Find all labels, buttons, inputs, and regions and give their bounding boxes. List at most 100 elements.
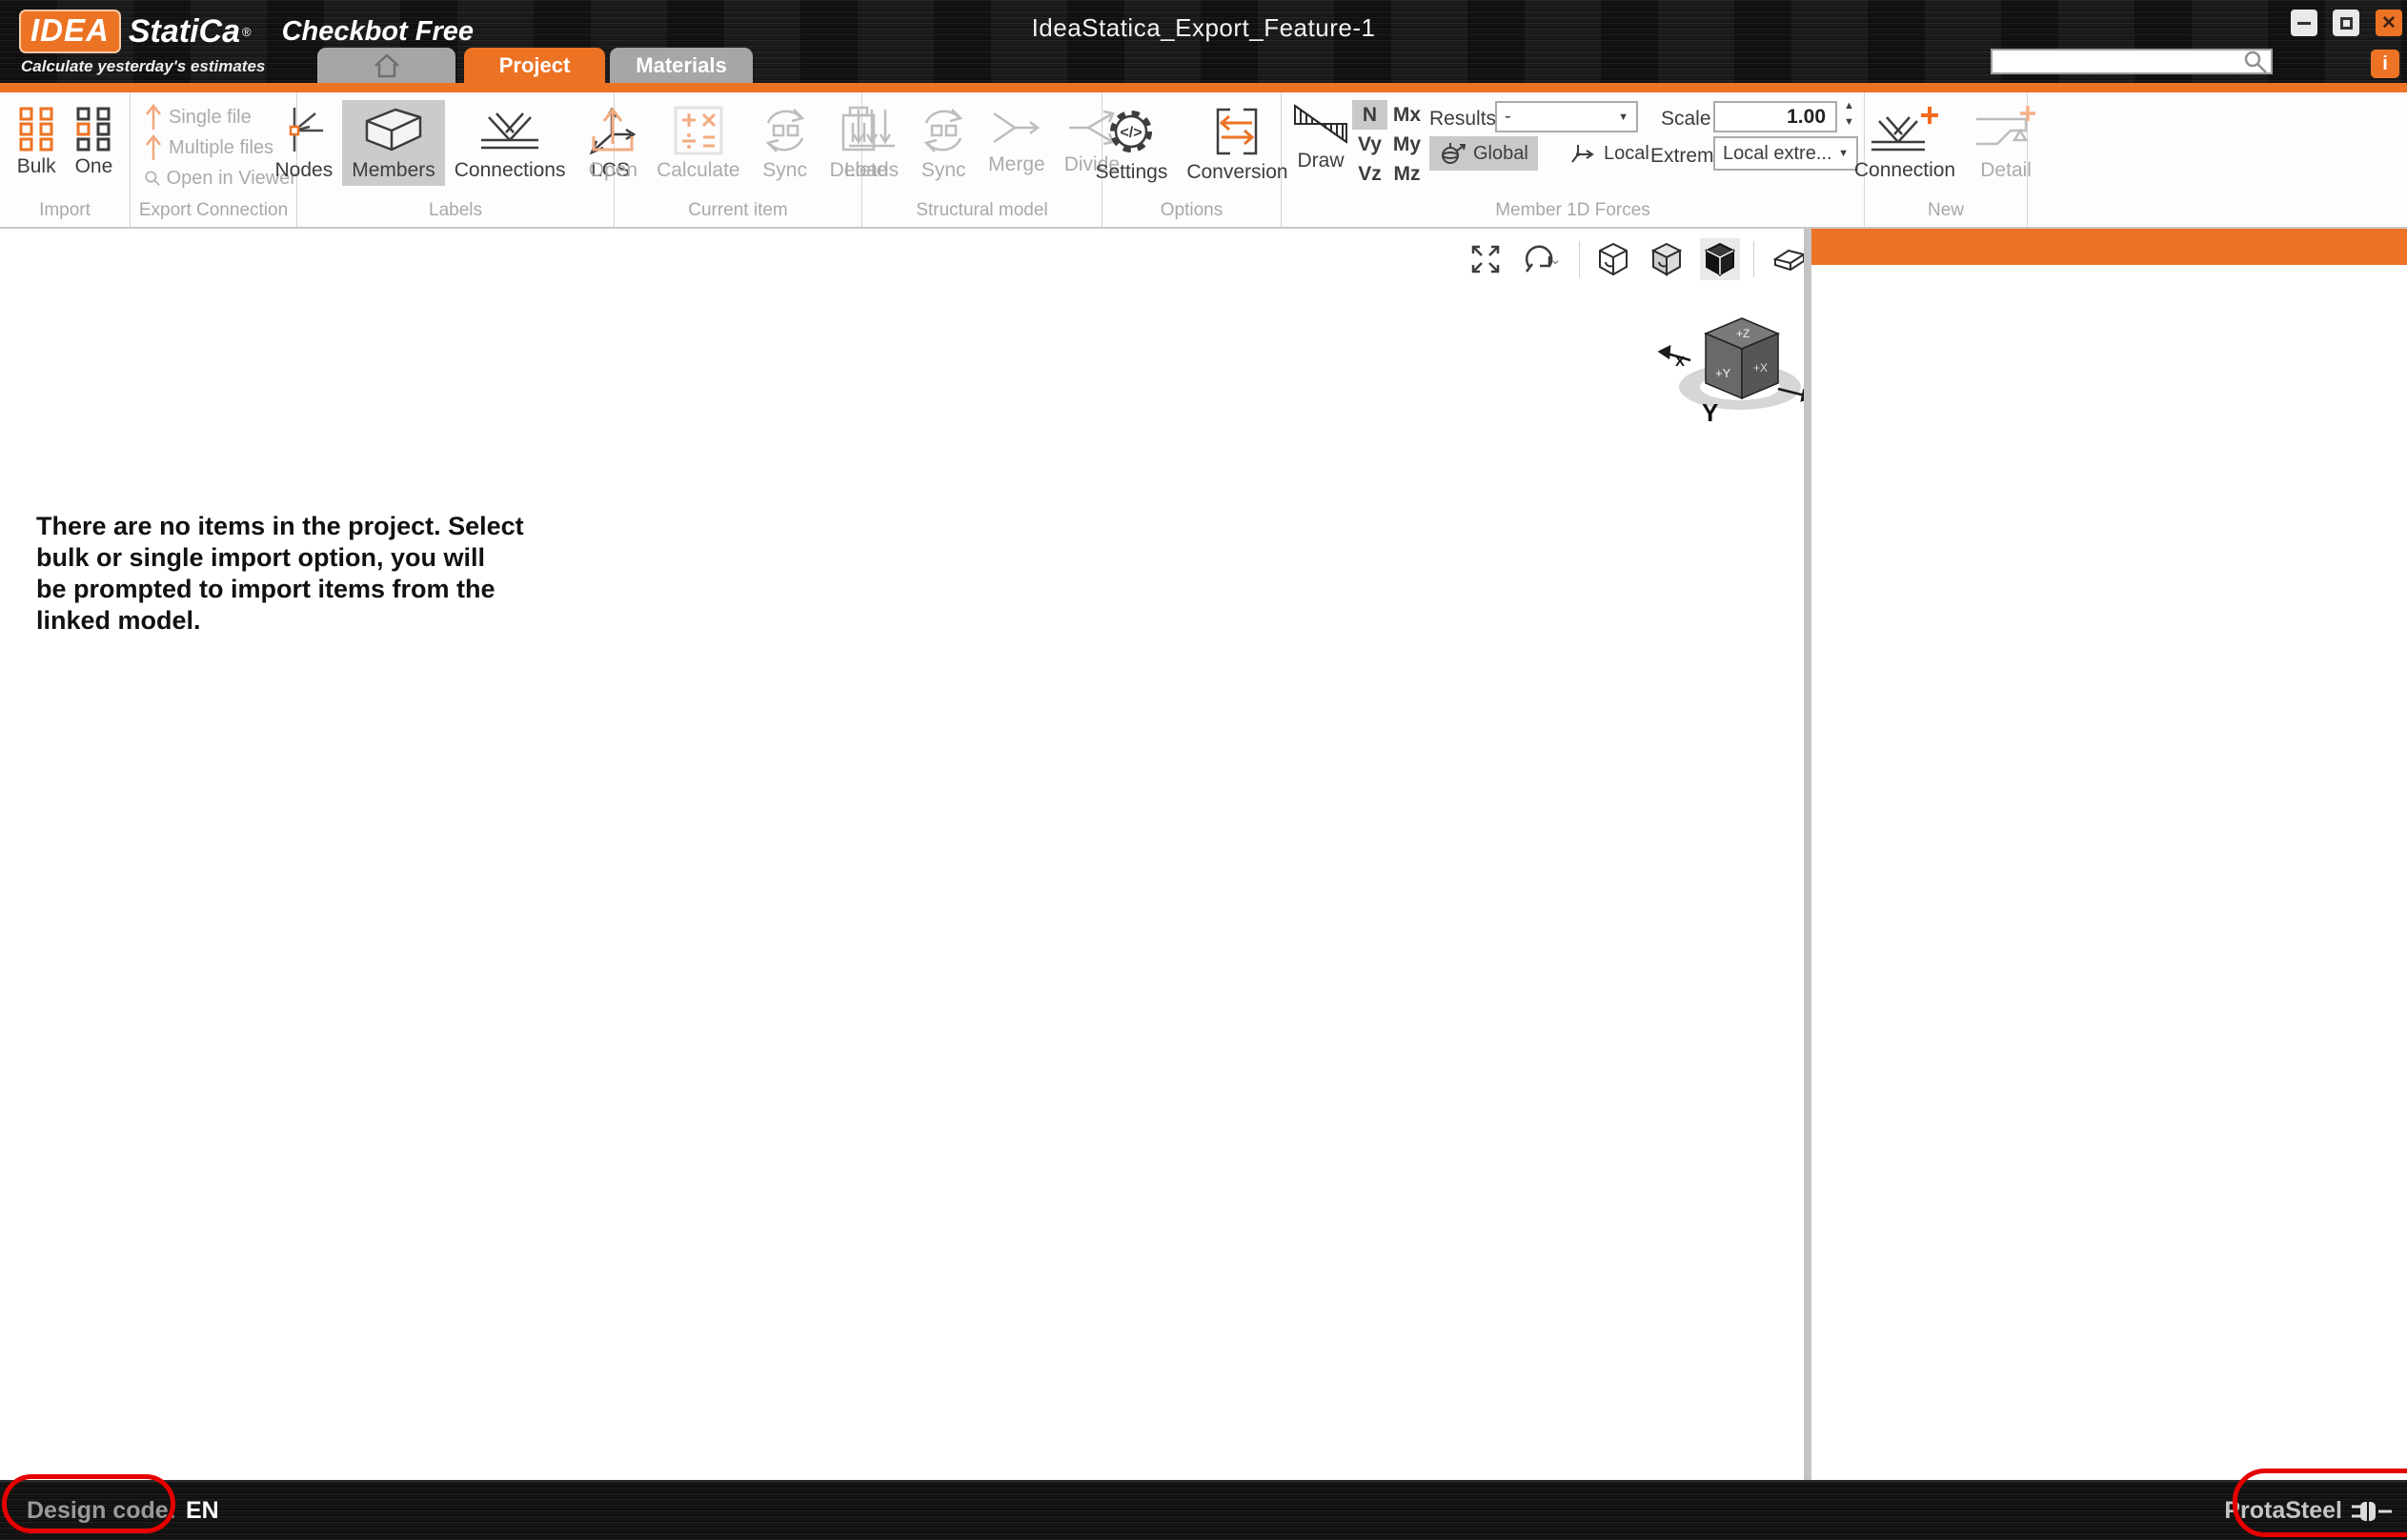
- group-label-new: New: [1865, 200, 2027, 221]
- open-icon: [590, 106, 636, 155]
- members-label: Members: [352, 159, 435, 182]
- tab-project[interactable]: Project: [464, 48, 605, 83]
- chevron-down-icon[interactable]: ⌄: [1549, 251, 1562, 268]
- shaded-wireframe-view-button[interactable]: [1647, 238, 1687, 280]
- design-code-label: Design code:: [27, 1497, 176, 1525]
- ribbon-group-options: </> Settings Conversion: [1102, 92, 1282, 227]
- open-item-button[interactable]: Open: [579, 100, 647, 186]
- group-label-structural-model: Structural model: [862, 200, 1102, 221]
- panel-splitter[interactable]: [1804, 229, 1811, 1480]
- merge-label: Merge: [988, 153, 1045, 176]
- new-detail-button[interactable]: Detail: [1965, 100, 2047, 186]
- plugin-status[interactable]: ProtaSteel: [2224, 1482, 2394, 1540]
- sync-model-button[interactable]: Sync: [908, 100, 979, 186]
- perspective-box-icon: [1771, 244, 1808, 274]
- merge-icon: [990, 106, 1043, 150]
- nodes-icon: [281, 106, 327, 155]
- shaded-cube-icon: [1650, 242, 1683, 276]
- right-panel: [1811, 229, 2407, 1480]
- view-cube-face-right: +X: [1753, 361, 1768, 375]
- extreme-dropdown[interactable]: Local extre... ▼: [1713, 136, 1858, 171]
- single-import-button[interactable]: One: [66, 100, 123, 182]
- global-axes-label: Global: [1473, 143, 1528, 165]
- settings-gear-icon: </>: [1105, 106, 1157, 157]
- window-title: IdeaStatica_Export_Feature-1: [0, 13, 2407, 43]
- ribbon: Bulk One Import: [0, 92, 2407, 229]
- global-axes-toggle[interactable]: Global: [1429, 136, 1538, 171]
- members-icon: [361, 106, 426, 155]
- ribbon-group-new: Connection Detail New: [1865, 92, 2028, 227]
- force-vz-toggle[interactable]: Vz: [1352, 159, 1387, 189]
- group-label-member-1d-forces: Member 1D Forces: [1282, 200, 1864, 221]
- force-mx-toggle[interactable]: Mx: [1387, 100, 1426, 130]
- calculate-label: Calculate: [657, 159, 740, 182]
- svg-text:</>: </>: [1121, 125, 1143, 141]
- ribbon-group-current-item: Open Calculate: [615, 92, 862, 227]
- force-mz-toggle[interactable]: Mz: [1387, 159, 1426, 189]
- empty-project-message: There are no items in the project. Selec…: [36, 511, 524, 637]
- new-detail-icon: [1974, 106, 2037, 155]
- group-label-current-item: Current item: [615, 200, 861, 221]
- new-connection-icon: [1870, 106, 1940, 155]
- connections-toggle-button[interactable]: Connections: [445, 100, 576, 186]
- tab-bar: Project Materials: [0, 48, 2407, 83]
- bulk-import-label: Bulk: [17, 155, 56, 178]
- tab-materials[interactable]: Materials: [610, 48, 753, 83]
- loads-icon: [847, 106, 897, 155]
- settings-button[interactable]: </> Settings: [1085, 100, 1177, 188]
- ribbon-spacer: [2028, 92, 2407, 227]
- draw-forces-button[interactable]: Draw: [1289, 98, 1352, 176]
- view-cube-axis-y: Y: [1702, 398, 1718, 427]
- force-my-toggle[interactable]: My: [1387, 130, 1426, 159]
- scale-input[interactable]: 1.00: [1713, 101, 1837, 132]
- accent-strip: [0, 83, 2407, 92]
- conversion-button[interactable]: Conversion: [1177, 100, 1297, 188]
- minimize-icon: [2297, 22, 2311, 25]
- force-n-toggle[interactable]: N: [1352, 100, 1387, 130]
- maximize-button[interactable]: [2333, 10, 2359, 36]
- open-item-label: Open: [589, 159, 637, 182]
- nodes-toggle-button[interactable]: Nodes: [266, 100, 343, 186]
- minimize-button[interactable]: [2291, 10, 2317, 36]
- rotate-view-button[interactable]: ⌄: [1519, 239, 1566, 279]
- draw-forces-label: Draw: [1298, 150, 1345, 172]
- loads-button[interactable]: Loads: [835, 100, 908, 186]
- ribbon-group-import: Bulk One Import: [0, 92, 131, 227]
- wireframe-cube-icon: [1597, 242, 1629, 276]
- new-connection-button[interactable]: Connection: [1845, 100, 1965, 186]
- status-bar: Design code: EN ProtaSteel: [0, 1480, 2407, 1540]
- solid-view-button[interactable]: [1700, 238, 1740, 280]
- sync-icon: [918, 106, 969, 155]
- ribbon-group-member-1d-forces: Draw N Vy Vz Mx My Mz Results - ▼: [1282, 92, 1865, 227]
- force-vy-toggle[interactable]: Vy: [1352, 130, 1387, 159]
- design-code-value: EN: [186, 1497, 219, 1525]
- merge-button[interactable]: Merge: [979, 100, 1055, 180]
- solid-cube-icon: [1704, 242, 1736, 276]
- ribbon-group-labels: Nodes Members: [297, 92, 615, 227]
- calculate-icon: [674, 106, 723, 155]
- right-panel-header: [1811, 229, 2407, 265]
- sync-item-button[interactable]: Sync: [750, 100, 820, 186]
- tab-home[interactable]: [317, 48, 455, 83]
- calculate-button[interactable]: Calculate: [647, 100, 750, 186]
- local-axes-toggle[interactable]: Local: [1560, 136, 1659, 171]
- members-toggle-button[interactable]: Members: [342, 100, 445, 186]
- global-axes-icon: [1439, 141, 1466, 166]
- bulk-import-button[interactable]: Bulk: [8, 100, 66, 182]
- zoom-fit-icon: [1469, 243, 1502, 275]
- wireframe-view-button[interactable]: [1593, 238, 1633, 280]
- design-code-status[interactable]: Design code: EN: [27, 1482, 219, 1540]
- results-dropdown[interactable]: - ▼: [1495, 101, 1638, 132]
- close-button[interactable]: ✕: [2376, 10, 2402, 36]
- scale-value: 1.00: [1787, 106, 1826, 129]
- zoom-fit-button[interactable]: [1466, 239, 1506, 279]
- ribbon-group-structural-model: Loads Sync: [862, 92, 1102, 227]
- view-cube-face-top: +Z: [1736, 327, 1750, 340]
- connections-icon: [479, 106, 540, 155]
- view-cube-face-front: +Y: [1715, 366, 1731, 380]
- maximize-icon: [2340, 17, 2353, 30]
- model-canvas[interactable]: There are no items in the project. Selec…: [0, 229, 1804, 1480]
- draw-diagram-icon: [1293, 104, 1348, 146]
- results-value: -: [1505, 106, 1511, 128]
- view-cube[interactable]: X Y +Z +Y +X: [1656, 292, 1828, 432]
